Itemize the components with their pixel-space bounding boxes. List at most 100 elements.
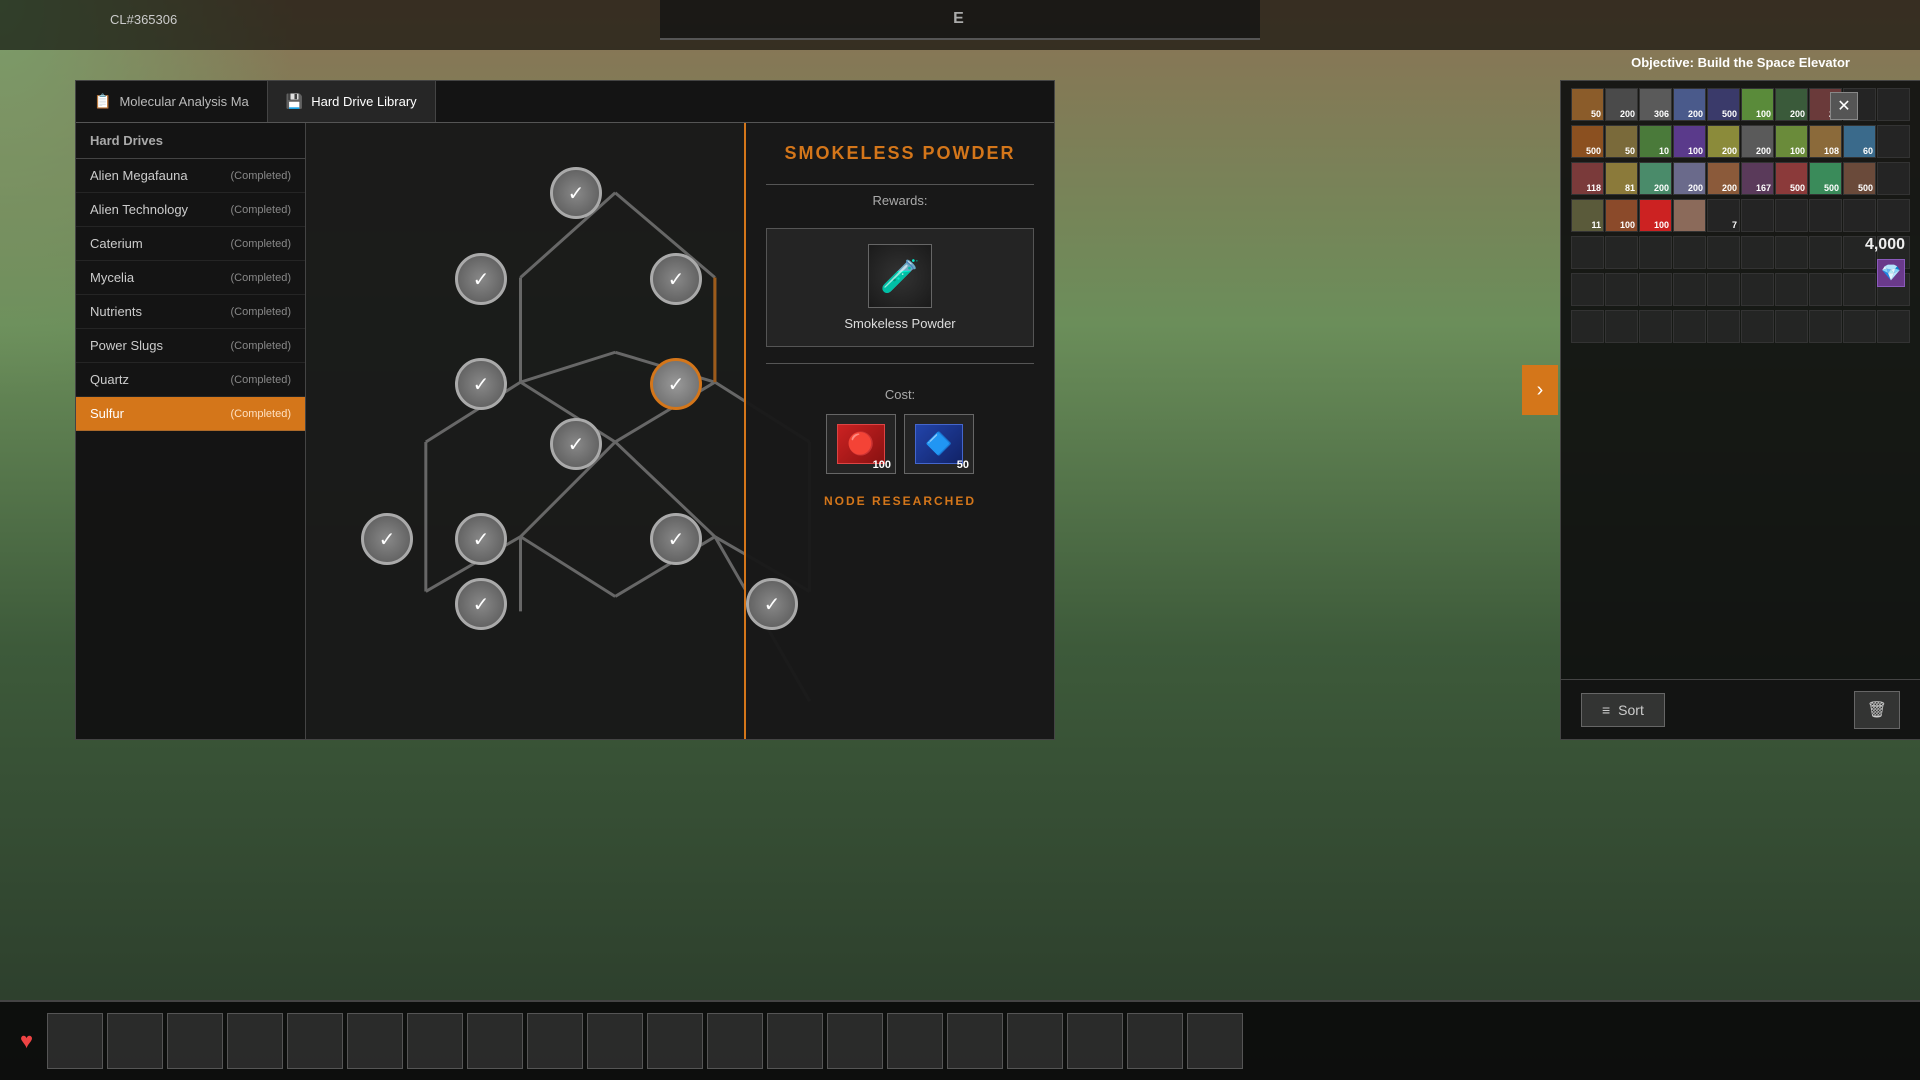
research-node-2[interactable]: ✓ [455, 253, 507, 305]
hotbar-slot-16[interactable] [947, 1013, 1003, 1069]
inv-slot-6-9[interactable] [1843, 273, 1876, 306]
research-node-11[interactable]: ✓ [361, 513, 413, 565]
research-node-9[interactable]: ✓ [455, 578, 507, 630]
inv-slot-2-4[interactable]: 100 [1673, 125, 1706, 158]
hotbar-slot-11[interactable] [647, 1013, 703, 1069]
inv-slot-5-4[interactable] [1673, 236, 1706, 269]
inv-slot-5-2[interactable] [1605, 236, 1638, 269]
sidebar-item-mycelia[interactable]: Mycelia (Completed) [76, 261, 305, 295]
research-node-1[interactable]: ✓ [550, 167, 602, 219]
inv-slot-1-6[interactable]: 100 [1741, 88, 1774, 121]
inv-slot-3-5[interactable]: 200 [1707, 162, 1740, 195]
inv-slot-1-10[interactable] [1877, 88, 1910, 121]
hotbar-slot-5[interactable] [287, 1013, 343, 1069]
hotbar-slot-6[interactable] [347, 1013, 403, 1069]
sidebar-item-caterium[interactable]: Caterium (Completed) [76, 227, 305, 261]
hotbar-slot-18[interactable] [1067, 1013, 1123, 1069]
research-node-5[interactable]: ✓ [650, 358, 702, 410]
inv-slot-6-6[interactable] [1741, 273, 1774, 306]
hotbar-slot-9[interactable] [527, 1013, 583, 1069]
inv-slot-2-10[interactable] [1877, 125, 1910, 158]
hotbar-slot-13[interactable] [767, 1013, 823, 1069]
inv-slot-6-3[interactable] [1639, 273, 1672, 306]
hotbar-slot-17[interactable] [1007, 1013, 1063, 1069]
inv-slot-7-2[interactable] [1605, 310, 1638, 343]
inv-slot-6-4[interactable] [1673, 273, 1706, 306]
sidebar-item-quartz[interactable]: Quartz (Completed) [76, 363, 305, 397]
inv-slot-7-1[interactable] [1571, 310, 1604, 343]
inv-slot-2-7[interactable]: 100 [1775, 125, 1808, 158]
sort-button[interactable]: ≡ Sort [1581, 693, 1665, 727]
inv-slot-7-8[interactable] [1809, 310, 1842, 343]
inv-slot-7-5[interactable] [1707, 310, 1740, 343]
hotbar-slot-20[interactable] [1187, 1013, 1243, 1069]
hotbar-slot-8[interactable] [467, 1013, 523, 1069]
hotbar-slot-19[interactable] [1127, 1013, 1183, 1069]
hotbar-slot-15[interactable] [887, 1013, 943, 1069]
tab-molecular[interactable]: 📋 Molecular Analysis Ma [76, 81, 268, 122]
inv-slot-3-6[interactable]: 167 [1741, 162, 1774, 195]
inv-slot-4-3[interactable]: 100 [1639, 199, 1672, 232]
inv-slot-2-6[interactable]: 200 [1741, 125, 1774, 158]
inv-slot-4-6[interactable] [1741, 199, 1774, 232]
close-button[interactable]: ✕ [1830, 92, 1858, 120]
inv-slot-7-9[interactable] [1843, 310, 1876, 343]
inv-slot-5-6[interactable] [1741, 236, 1774, 269]
sidebar-item-alien-megafauna[interactable]: Alien Megafauna (Completed) [76, 159, 305, 193]
inv-slot-4-10[interactable] [1877, 199, 1910, 232]
inv-slot-2-9[interactable]: 60 [1843, 125, 1876, 158]
inv-slot-1-5[interactable]: 500 [1707, 88, 1740, 121]
tab-harddrive[interactable]: 💾 Hard Drive Library [268, 81, 436, 122]
sidebar-item-nutrients[interactable]: Nutrients (Completed) [76, 295, 305, 329]
inv-slot-3-4[interactable]: 200 [1673, 162, 1706, 195]
inv-slot-3-8[interactable]: 500 [1809, 162, 1842, 195]
inv-slot-5-3[interactable] [1639, 236, 1672, 269]
research-node-4[interactable]: ✓ [455, 358, 507, 410]
hotbar-slot-7[interactable] [407, 1013, 463, 1069]
research-area[interactable]: ✓ ✓ ✓ ✓ ✓ ✓ ✓ ✓ ✓ ✓ ✓ SMOKELESS POWDER R… [306, 123, 1054, 739]
inv-slot-7-10[interactable] [1877, 310, 1910, 343]
hotbar-slot-12[interactable] [707, 1013, 763, 1069]
inv-slot-2-8[interactable]: 108 [1809, 125, 1842, 158]
sidebar-item-alien-technology[interactable]: Alien Technology (Completed) [76, 193, 305, 227]
inv-slot-6-8[interactable] [1809, 273, 1842, 306]
inv-slot-4-9[interactable] [1843, 199, 1876, 232]
research-node-6[interactable]: ✓ [550, 418, 602, 470]
inv-slot-4-4[interactable] [1673, 199, 1706, 232]
inv-slot-7-6[interactable] [1741, 310, 1774, 343]
sidebar-item-power-slugs[interactable]: Power Slugs (Completed) [76, 329, 305, 363]
delete-button[interactable]: 🗑 [1854, 691, 1900, 729]
research-node-7[interactable]: ✓ [455, 513, 507, 565]
inv-slot-1-4[interactable]: 200 [1673, 88, 1706, 121]
hotbar-slot-2[interactable] [107, 1013, 163, 1069]
inv-slot-2-5[interactable]: 200 [1707, 125, 1740, 158]
hotbar-slot-10[interactable] [587, 1013, 643, 1069]
inv-slot-7-3[interactable] [1639, 310, 1672, 343]
inv-slot-3-1[interactable]: 118 [1571, 162, 1604, 195]
inv-slot-6-2[interactable] [1605, 273, 1638, 306]
inv-slot-2-3[interactable]: 10 [1639, 125, 1672, 158]
inv-slot-5-7[interactable] [1775, 236, 1808, 269]
inv-slot-2-1[interactable]: 500 [1571, 125, 1604, 158]
inv-slot-4-8[interactable] [1809, 199, 1842, 232]
hotbar-slot-4[interactable] [227, 1013, 283, 1069]
research-node-10[interactable]: ✓ [746, 578, 798, 630]
inv-slot-4-1[interactable]: 11 [1571, 199, 1604, 232]
inv-slot-1-1[interactable]: 50 [1571, 88, 1604, 121]
inv-slot-3-10[interactable] [1877, 162, 1910, 195]
inv-slot-4-2[interactable]: 100 [1605, 199, 1638, 232]
inv-slot-7-7[interactable] [1775, 310, 1808, 343]
inv-slot-6-7[interactable] [1775, 273, 1808, 306]
inv-slot-7-4[interactable] [1673, 310, 1706, 343]
inv-slot-4-7[interactable] [1775, 199, 1808, 232]
research-node-3[interactable]: ✓ [650, 253, 702, 305]
inv-slot-5-5[interactable] [1707, 236, 1740, 269]
inv-slot-2-2[interactable]: 50 [1605, 125, 1638, 158]
inv-slot-3-2[interactable]: 81 [1605, 162, 1638, 195]
inv-slot-6-5[interactable] [1707, 273, 1740, 306]
inv-slot-3-7[interactable]: 500 [1775, 162, 1808, 195]
hotbar-slot-1[interactable] [47, 1013, 103, 1069]
inv-slot-6-1[interactable] [1571, 273, 1604, 306]
inv-slot-5-8[interactable] [1809, 236, 1842, 269]
hotbar-slot-3[interactable] [167, 1013, 223, 1069]
